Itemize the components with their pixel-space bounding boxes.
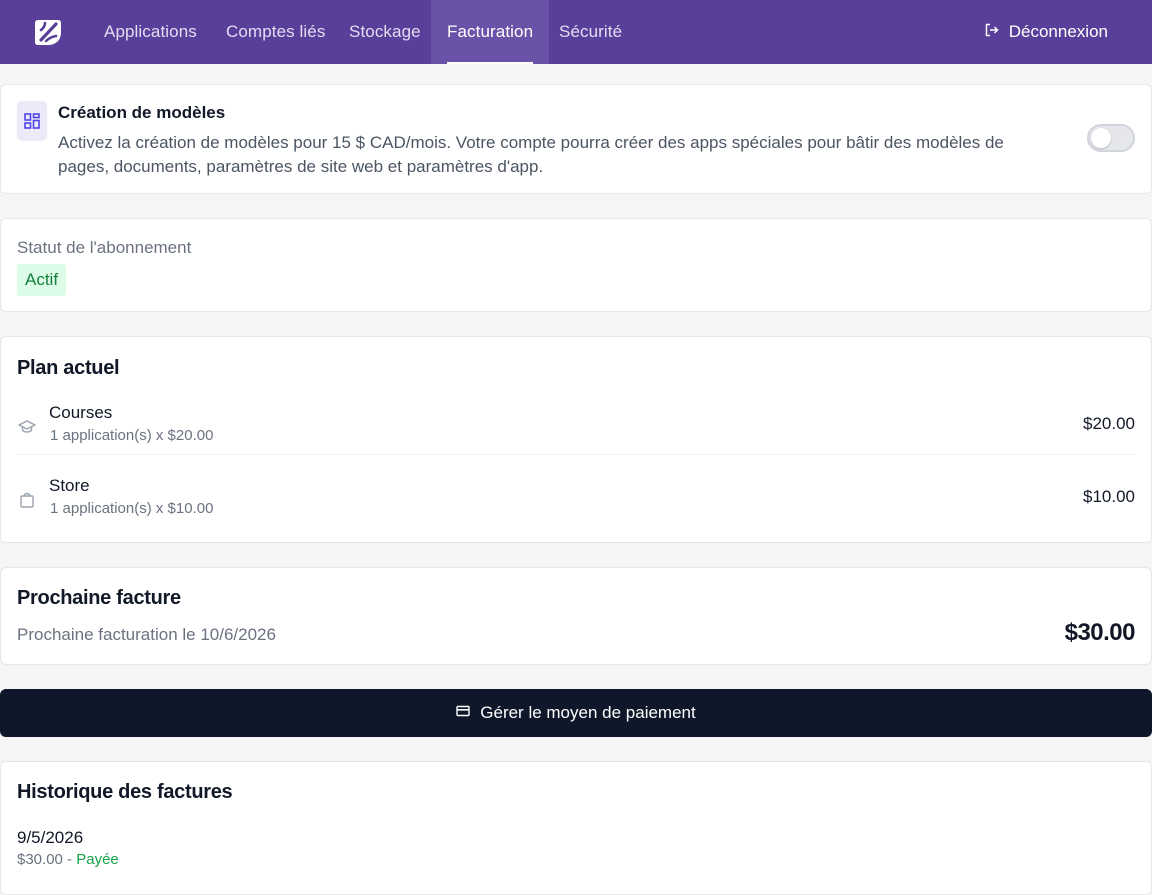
template-creation-description: Activez la création de modèles pour 15 $… (58, 133, 1004, 176)
shopping-bag-icon (17, 490, 37, 510)
invoice-date: 9/5/2026 (17, 828, 84, 847)
logout-icon (985, 22, 999, 42)
credit-card-icon (456, 703, 470, 723)
graduation-cap-icon (17, 417, 37, 437)
brand-logo-icon[interactable] (32, 16, 64, 48)
tab-label: Comptes liés (226, 22, 326, 41)
invoice-status: Payée (76, 851, 119, 868)
tab-linked-accounts[interactable]: Comptes liés (210, 0, 341, 64)
tab-label: Facturation (447, 22, 534, 41)
tab-label: Sécurité (559, 22, 623, 41)
invoice-amount: $30.00 (17, 851, 63, 868)
active-tab-indicator (447, 62, 534, 64)
subscription-status-label: Statut de l'abonnement (17, 238, 192, 257)
tab-billing[interactable]: Facturation (431, 0, 550, 64)
current-plan-card: Plan actuel Courses 1 application(s) x $… (0, 336, 1152, 543)
logout-label: Déconnexion (1008, 22, 1108, 41)
plan-item-price: $20.00 (1083, 414, 1135, 433)
status-badge: Actif (17, 264, 67, 296)
plan-item-price: $10.00 (1083, 487, 1135, 506)
invoice-history-title: Historique des factures (17, 781, 233, 803)
template-creation-card: Création de modèles Activez la création … (0, 84, 1152, 194)
invoice-history-card: Historique des factures 9/5/2026 $30.00 … (0, 761, 1152, 895)
next-billing-date: Prochaine facturation le 10/6/2026 (17, 625, 276, 644)
tab-storage[interactable]: Stockage (333, 0, 437, 64)
tab-label: Stockage (349, 22, 421, 41)
manage-payment-method-button[interactable]: Gérer le moyen de paiement (0, 689, 1152, 737)
tab-applications[interactable]: Applications (88, 0, 213, 64)
next-invoice-total: $30.00 (1064, 619, 1136, 646)
invoice-separator: - (62, 851, 77, 868)
top-navigation: Applications Comptes liés Stockage Factu… (0, 0, 1152, 64)
tab-security[interactable]: Sécurité (543, 0, 638, 64)
plan-item-detail: 1 application(s) x $20.00 (50, 427, 214, 444)
invoice-summary: $30.00 - Payée (17, 851, 119, 868)
plan-item-store: Store 1 application(s) x $10.00 $10.00 (17, 472, 1135, 528)
plan-item-name: Store (49, 476, 90, 495)
subscription-status-card: Statut de l'abonnement Actif (0, 218, 1152, 312)
next-invoice-card: Prochaine facture Prochaine facturation … (0, 567, 1152, 665)
current-plan-title: Plan actuel (17, 357, 120, 379)
logout-button[interactable]: Déconnexion (985, 0, 1108, 64)
template-creation-toggle[interactable] (1087, 124, 1135, 152)
plan-item-name: Courses (49, 403, 113, 422)
plan-item-detail: 1 application(s) x $10.00 (50, 500, 214, 517)
manage-payment-label: Gérer le moyen de paiement (480, 703, 696, 722)
dashboard-icon (17, 101, 47, 141)
tab-label: Applications (104, 22, 197, 41)
next-invoice-title: Prochaine facture (17, 587, 181, 609)
template-creation-title: Création de modèles (58, 103, 226, 122)
plan-item-courses: Courses 1 application(s) x $20.00 $20.00 (17, 399, 1135, 455)
toggle-knob (1091, 128, 1111, 148)
